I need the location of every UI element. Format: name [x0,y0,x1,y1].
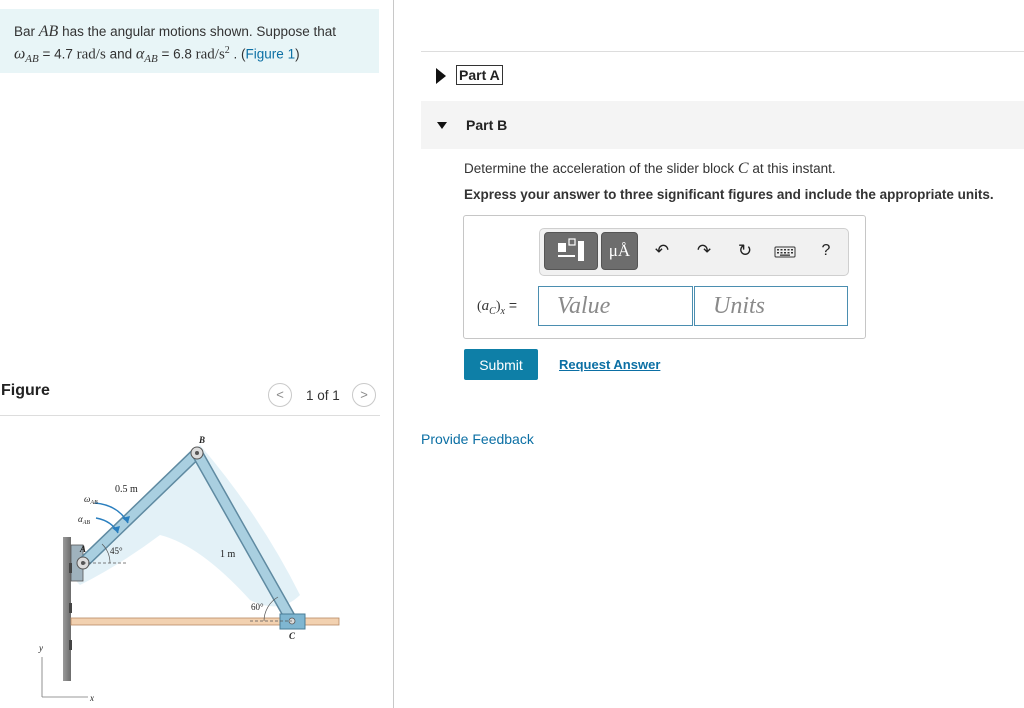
wall-bolt [69,603,72,613]
label-omega: ωAB [84,494,98,506]
label-a: A [79,544,86,554]
figure-link[interactable]: Figure 1 [246,47,296,62]
redo-icon[interactable]: ↷ [692,240,716,262]
omega-value: = 4.7 [38,46,77,62]
next-figure-button[interactable]: > [352,383,376,407]
alpha-value: = 6.8 [157,46,196,62]
label-alpha: αAB [78,514,90,526]
figure-heading: Figure [1,382,50,399]
label-angle-c: 60° [251,602,264,612]
templates-icon [558,238,584,261]
label-y: y [38,643,43,653]
alpha-symbol: α [135,45,145,63]
figure-link-prefix: . ( [229,46,246,62]
part-b-header[interactable] [421,101,1024,149]
question-text-part: at this instant. [748,161,836,176]
undo-icon[interactable]: ↶ [650,240,674,262]
figure-pager-text: 1 of 1 [306,388,340,403]
answer-variable-label: (aC)x = [477,297,517,317]
label-length-ab: 0.5 m [115,484,138,495]
previous-figure-button[interactable]: < [268,383,292,407]
var-c: C [737,160,749,177]
pin-b-center [195,451,199,455]
submit-button[interactable]: Submit [464,349,538,380]
alpha-subscript: AB [144,53,158,66]
request-answer-link[interactable]: Request Answer [559,357,660,372]
collapsed-triangle-icon [436,68,446,84]
omega-units: rad/s [76,46,106,63]
figure-divider [0,415,380,416]
label-c: C [289,631,296,641]
label-length-bc: 1 m [220,549,236,560]
label-b: B [198,435,205,445]
figure-link-suffix: ) [295,46,300,62]
omega-symbol: ω [14,45,26,63]
label-x: x [89,693,94,703]
label-equals: = [504,297,518,313]
templates-button[interactable] [544,232,598,270]
wall-bolt [69,640,72,650]
label-angle-a: 45° [110,546,123,556]
units-input[interactable] [694,286,848,326]
provide-feedback-link[interactable]: Provide Feedback [421,431,534,447]
part-a-label: Part A [456,65,503,85]
label-subscript: C [489,305,496,317]
mechanism-figure: B A C y x 0.5 m 1 m 45° 60° ωAB αAB [38,435,340,703]
problem-text: Bar [14,24,39,39]
alpha-units: rad/s [195,46,225,63]
parts-divider [421,51,1024,52]
omega-subscript: AB [25,53,39,66]
column-divider [393,0,394,708]
problem-statement: Bar AB has the angular motions shown. Su… [0,9,379,73]
help-icon[interactable]: ? [814,240,838,262]
question-text: Determine the acceleration of the slider… [464,160,836,178]
units-button[interactable]: μÅ [601,232,638,270]
keyboard-icon[interactable] [772,240,798,262]
answer-instruction: Express your answer to three significant… [464,187,994,202]
wall-bolt [69,563,72,573]
value-input[interactable] [538,286,693,326]
var-ab: AB [38,23,59,40]
question-text-part: Determine the acceleration of the slider… [464,161,738,176]
and-text: and [105,46,136,62]
problem-text: has the angular motions shown. Suppose t… [58,24,336,39]
expanded-triangle-icon [437,122,447,129]
reset-icon[interactable]: ↻ [733,240,757,262]
part-b-label: Part B [466,117,508,133]
